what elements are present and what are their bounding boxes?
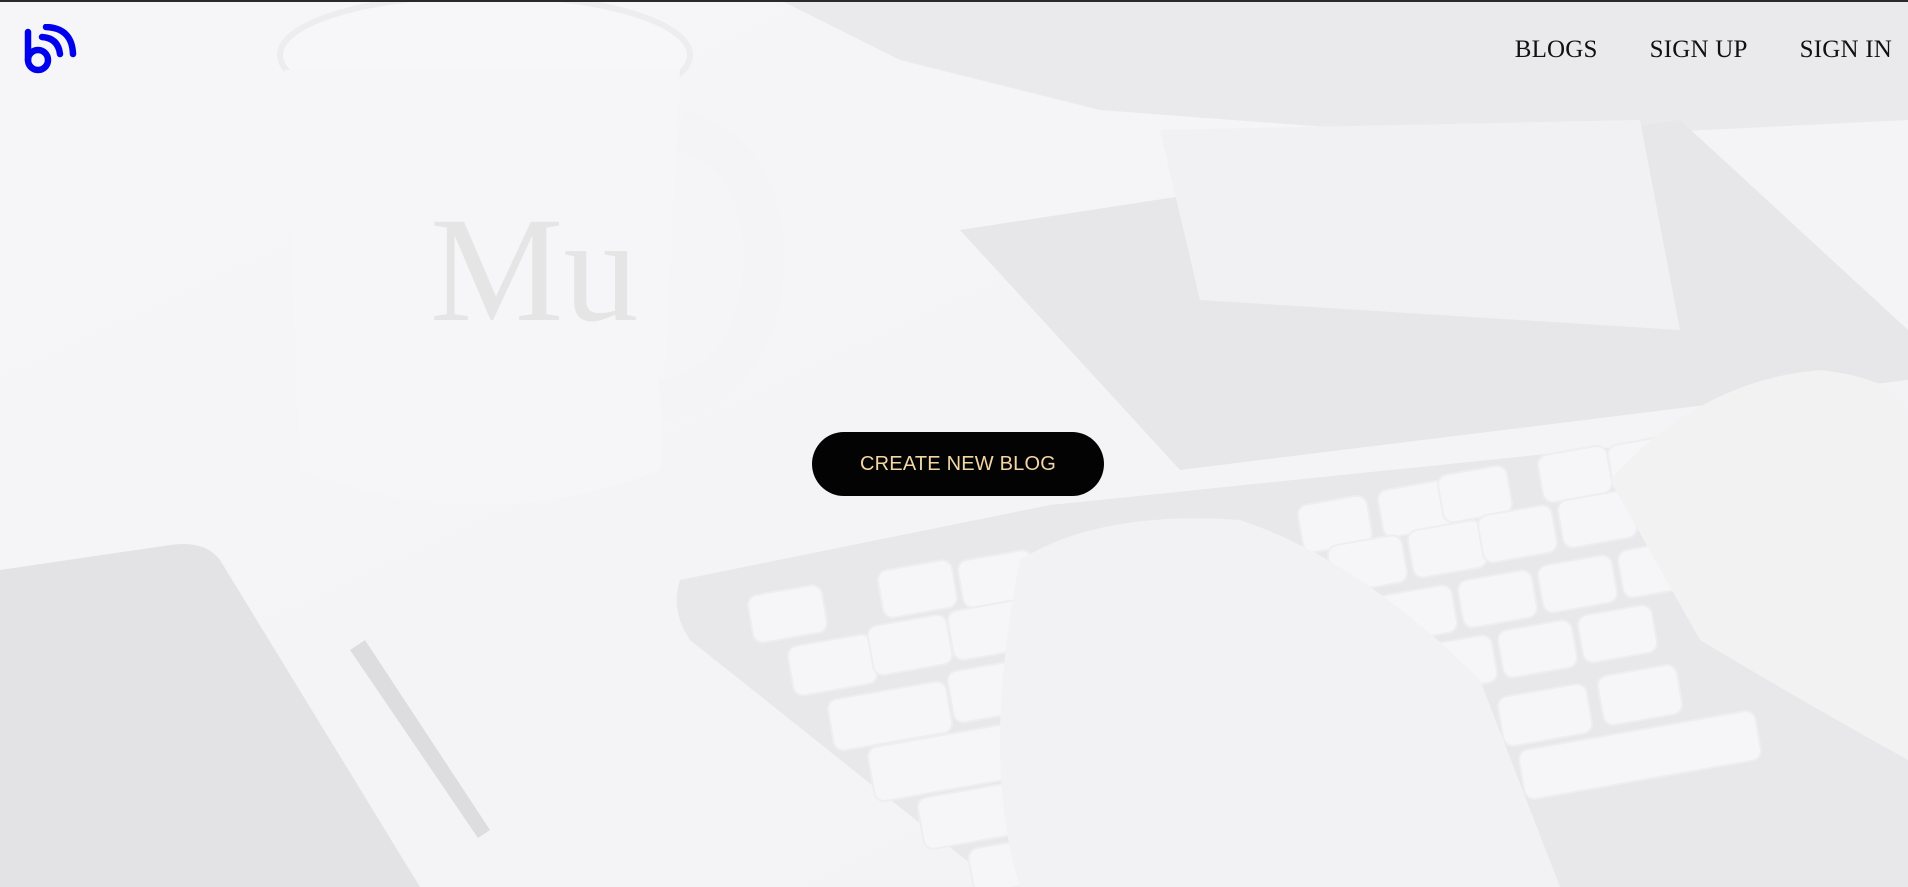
- landing-page: Mu: [0, 0, 1908, 887]
- create-new-blog-button[interactable]: CREATE NEW BLOG: [812, 432, 1104, 496]
- nav-sign-in-link[interactable]: SIGN IN: [1800, 36, 1892, 64]
- top-nav: BLOGS SIGN UP SIGN IN: [1515, 36, 1892, 64]
- top-border: [0, 0, 1908, 2]
- nav-sign-up-link[interactable]: SIGN UP: [1650, 36, 1748, 64]
- blog-logo-icon[interactable]: [22, 23, 78, 80]
- nav-blogs-link[interactable]: BLOGS: [1515, 36, 1598, 64]
